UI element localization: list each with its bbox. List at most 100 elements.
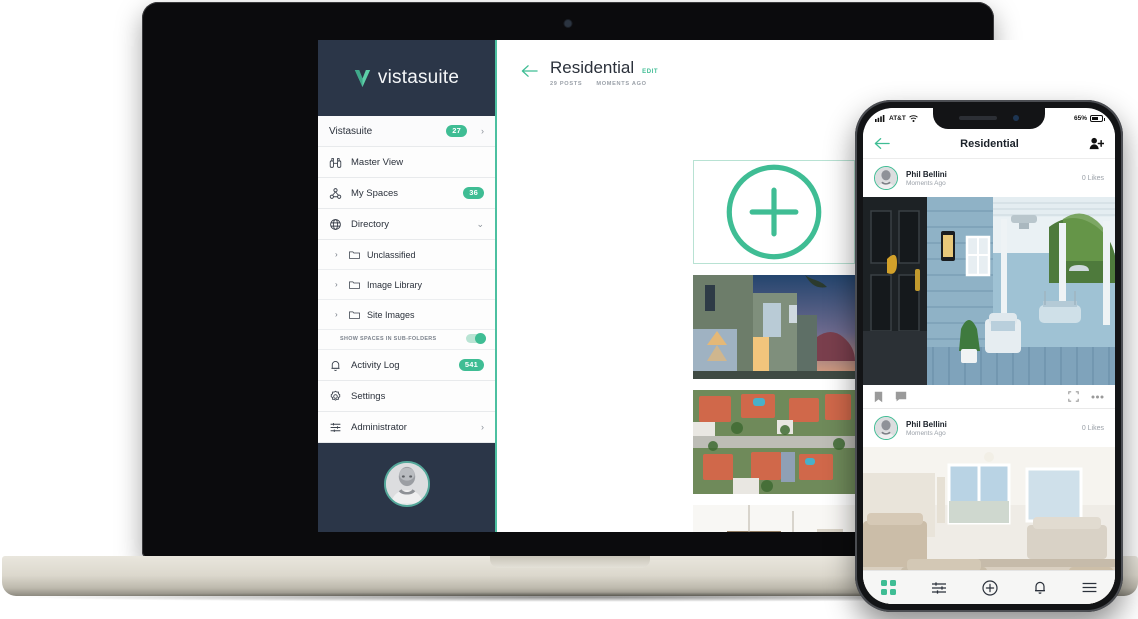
post-time: Moments Ago	[906, 179, 946, 187]
post-meta: Phil Bellini Moments Ago	[906, 170, 1074, 187]
sidebar-item-settings[interactable]: Settings	[318, 381, 495, 412]
edit-button[interactable]: EDIT	[642, 69, 658, 75]
sidebar-activity-badge: 541	[458, 359, 484, 371]
sidebar-folder-unclassified[interactable]: › Unclassified	[318, 240, 495, 270]
folder-icon	[349, 311, 360, 319]
phone-notch	[933, 108, 1045, 129]
show-spaces-toggle[interactable]	[466, 333, 486, 344]
network-hub-icon	[329, 187, 342, 200]
page-meta: 29 POSTS MOMENTS AGO	[550, 81, 658, 87]
wifi-icon	[909, 115, 918, 122]
user-avatar[interactable]	[383, 461, 430, 507]
chevron-right-icon: ›	[481, 126, 484, 136]
sidebar-account-label: Vistasuite	[329, 125, 373, 137]
sidebar-item-directory[interactable]: Directory ⌄	[318, 209, 495, 240]
updated-time: MOMENTS AGO	[596, 81, 647, 87]
folder-label: Unclassified	[367, 249, 416, 260]
sidebar-item-label: Master View	[351, 156, 404, 168]
comment-icon[interactable]	[895, 391, 907, 402]
sidebar-footer	[318, 443, 495, 532]
back-arrow-icon[interactable]	[874, 137, 890, 150]
sidebar-account-badge: 27	[446, 125, 467, 137]
caret-right-icon[interactable]: ›	[335, 250, 342, 259]
phone-bottom-nav	[863, 570, 1115, 604]
post-likes: 0 Likes	[1081, 174, 1104, 182]
folder-label: Image Library	[367, 279, 423, 290]
more-dots-icon[interactable]	[1091, 395, 1104, 399]
avatar-portrait-icon	[385, 463, 428, 503]
phone-camera	[1013, 115, 1019, 121]
add-person-icon[interactable]	[1089, 137, 1104, 150]
bookmark-icon[interactable]	[874, 391, 883, 403]
phone-speaker	[959, 116, 997, 120]
app-logo[interactable]: vistasuite	[318, 40, 495, 116]
page-header: Residential EDIT 29 POSTS MOMENTS AGO	[497, 40, 1102, 87]
avatar[interactable]	[874, 166, 898, 190]
post-header: Phil Bellini Moments Ago 0 Likes	[863, 159, 1115, 197]
battery-percent: 65%	[1073, 115, 1087, 122]
grid-icon[interactable]	[880, 580, 896, 595]
frame-icon[interactable]	[1068, 391, 1079, 402]
bell-icon[interactable]	[1033, 580, 1047, 595]
show-spaces-toggle-row[interactable]: SHOW SPACES IN SUB-FOLDERS	[318, 330, 495, 350]
sidebar-folder-site-images[interactable]: › Site Images	[318, 300, 495, 330]
laptop-camera	[564, 20, 572, 27]
sidebar-item-label: Directory	[351, 218, 390, 230]
post-author: Phil Bellini	[906, 419, 947, 429]
kitchen-pendant-lights-photo	[693, 505, 855, 532]
chevron-down-icon: ⌄	[476, 218, 484, 229]
app-logo-text: vistasuite	[377, 67, 460, 88]
sidebar-item-label: Administrator	[351, 421, 407, 433]
photo-tile[interactable]	[693, 505, 855, 532]
signal-bars-icon	[875, 115, 885, 122]
phone-device: AT&T 65% Residential Phil Bellini Moment…	[855, 100, 1123, 612]
sliders-icon	[329, 421, 342, 434]
modern-home-exterior-dusk-photo	[693, 275, 855, 379]
caret-right-icon[interactable]: ›	[335, 310, 342, 319]
sidebar-item-account[interactable]: Vistasuite 27 ›	[318, 116, 495, 147]
sidebar-item-label: Settings	[351, 390, 386, 402]
aerial-neighborhood-photo	[693, 390, 855, 494]
screenshot-stage: vistasuite Vistasuite 27 › Master View M…	[0, 0, 1138, 619]
back-arrow-icon[interactable]	[521, 64, 538, 78]
menu-icon[interactable]	[1082, 582, 1097, 593]
photo-tile[interactable]	[693, 390, 855, 494]
sidebar-item-administrator[interactable]: Administrator ›	[318, 412, 495, 443]
folder-icon	[349, 251, 360, 259]
sliders-icon[interactable]	[931, 581, 947, 595]
folder-icon	[349, 281, 360, 289]
phone-screen: AT&T 65% Residential Phil Bellini Moment…	[863, 108, 1115, 604]
sidebar-folder-image-library[interactable]: › Image Library	[318, 270, 495, 300]
plus-circle-icon[interactable]	[982, 579, 998, 596]
chevron-right-icon: ›	[481, 422, 484, 432]
post-meta: Phil Bellini Moments Ago	[906, 420, 1074, 437]
battery-icon	[1090, 115, 1105, 122]
phone-page-title: Residential	[960, 137, 1019, 150]
posts-count: 29 POSTS	[550, 81, 583, 87]
sidebar: vistasuite Vistasuite 27 › Master View M…	[318, 40, 497, 532]
sidebar-item-activity-log[interactable]: Activity Log 541	[318, 350, 495, 381]
blue-porch-photo[interactable]	[863, 197, 1115, 385]
add-photo-tile[interactable]	[693, 160, 855, 264]
sidebar-item-my-spaces[interactable]: My Spaces 36	[318, 178, 495, 209]
sidebar-item-master-view[interactable]: Master View	[318, 147, 495, 178]
phone-header: Residential	[863, 129, 1115, 159]
post-action-bar	[863, 385, 1115, 409]
page-title: Residential	[550, 58, 635, 77]
show-spaces-toggle-label: SHOW SPACES IN SUB-FOLDERS	[340, 335, 437, 342]
avatar[interactable]	[874, 416, 898, 440]
photo-tile[interactable]	[693, 275, 855, 379]
page-title-block: Residential EDIT 29 POSTS MOMENTS AGO	[550, 58, 658, 87]
bell-icon	[329, 359, 342, 372]
sidebar-item-label: My Spaces	[351, 187, 398, 199]
post-likes: 0 Likes	[1081, 424, 1104, 432]
carrier-label: AT&T	[889, 115, 906, 122]
plus-circle-icon	[726, 164, 822, 260]
caret-right-icon[interactable]: ›	[335, 280, 342, 289]
gear-icon	[329, 390, 342, 403]
vistasuite-v-logo-icon	[354, 69, 371, 87]
sidebar-my-spaces-badge: 36	[463, 187, 484, 199]
post-author: Phil Bellini	[906, 169, 947, 179]
folder-label: Site Images	[367, 309, 415, 320]
avatar-portrait-icon	[875, 417, 897, 439]
